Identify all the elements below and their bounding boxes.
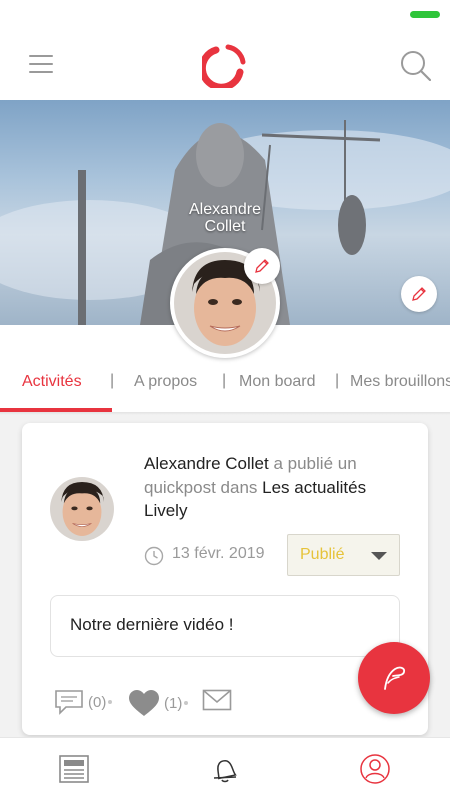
- separator-dot: [184, 701, 189, 705]
- post-content[interactable]: Notre dernière vidéo !: [50, 595, 400, 657]
- publish-status-dropdown[interactable]: Publié: [287, 534, 400, 576]
- nav-profile[interactable]: [359, 753, 391, 785]
- create-post-fab[interactable]: [358, 642, 430, 714]
- bottom-navigation: [0, 737, 450, 800]
- post-date: 13 févr. 2019: [172, 545, 265, 562]
- profile-screen: Alexandre Collet Activités | A propos | …: [0, 0, 450, 800]
- tab-mes-brouillons[interactable]: Mes brouillons: [350, 373, 450, 391]
- cover-name-first: Alexandre: [188, 201, 262, 218]
- like-count: (1): [164, 694, 183, 712]
- quill-icon: [384, 666, 406, 690]
- tabs-shadow: [0, 412, 450, 415]
- edit-avatar-button[interactable]: [244, 248, 280, 284]
- pencil-icon: [412, 287, 426, 301]
- search-icon[interactable]: [399, 49, 431, 81]
- hamburger-menu-icon[interactable]: [29, 55, 53, 73]
- avatar[interactable]: [50, 477, 114, 541]
- tab-separator: |: [110, 372, 115, 389]
- tab-mon-board[interactable]: Mon board: [239, 373, 316, 391]
- comment-count: (0): [88, 693, 107, 711]
- like-button[interactable]: (1): [128, 689, 189, 717]
- post-author-link[interactable]: Alexandre Collet: [144, 454, 269, 473]
- comment-icon: [55, 690, 83, 715]
- comment-button[interactable]: (0): [54, 689, 113, 715]
- cover-name: Alexandre Collet: [0, 201, 450, 235]
- publish-status-value: Publié: [300, 546, 345, 563]
- separator-dot: [108, 700, 113, 704]
- pencil-icon: [255, 259, 269, 273]
- heart-icon: [129, 690, 159, 716]
- battery-indicator: [410, 11, 440, 18]
- app-bar: [0, 30, 450, 100]
- tab-separator: |: [335, 372, 340, 389]
- status-bar: [0, 0, 450, 30]
- bell-icon: [213, 760, 237, 783]
- tab-separator: |: [222, 372, 227, 389]
- app-logo[interactable]: [202, 42, 248, 88]
- clock-icon: [144, 546, 164, 566]
- envelope-icon: [202, 689, 232, 711]
- tab-a-propos[interactable]: A propos: [134, 373, 197, 391]
- newspaper-icon: [59, 755, 89, 783]
- cover-name-last: Collet: [204, 218, 246, 235]
- post-headline: Alexandre Collet a publié un quickpost d…: [144, 452, 414, 523]
- nav-notifications[interactable]: [209, 753, 241, 785]
- edit-cover-button[interactable]: [401, 276, 437, 312]
- user-icon: [360, 754, 390, 784]
- tab-activites[interactable]: Activités: [22, 373, 82, 391]
- chevron-down-icon: [371, 552, 387, 560]
- share-button[interactable]: [202, 689, 232, 711]
- post-avatar-photo: [50, 477, 114, 541]
- nav-news[interactable]: [58, 753, 90, 785]
